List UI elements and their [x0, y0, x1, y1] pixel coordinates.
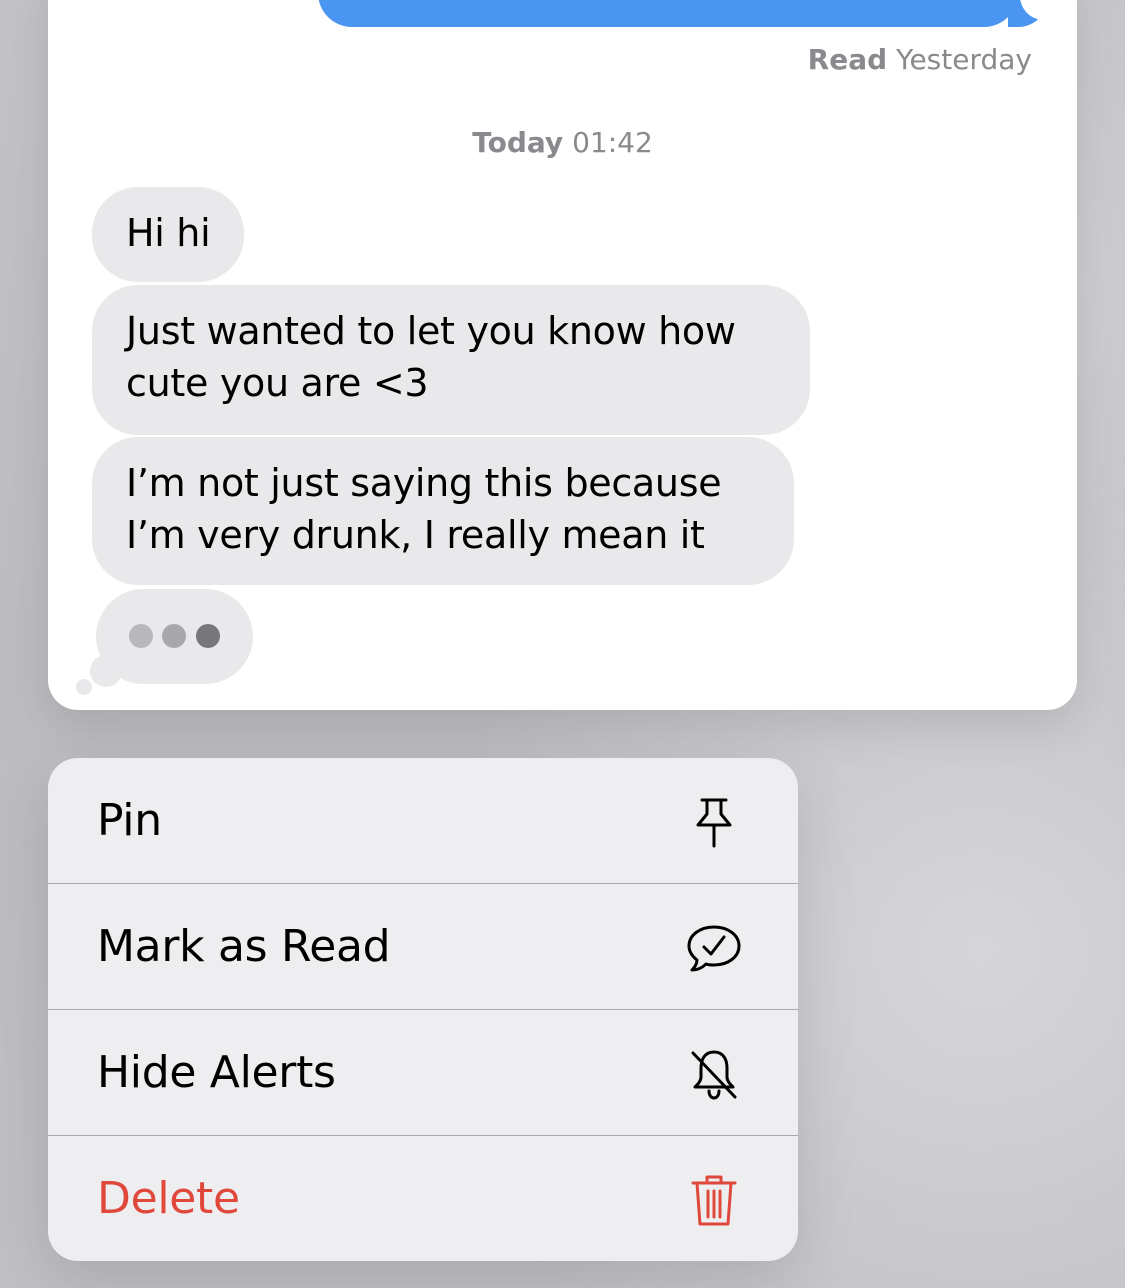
bell-slash-icon: [691, 1050, 737, 1100]
typing-dot: [129, 624, 153, 648]
timestamp-day: Today: [472, 126, 564, 159]
pin-icon: [696, 798, 732, 848]
typing-indicator-tail: [76, 679, 92, 695]
menu-item-label: Delete: [97, 1173, 240, 1224]
menu-item-pin[interactable]: Pin: [48, 758, 798, 883]
trash-icon: [691, 1175, 737, 1226]
typing-dot: [162, 624, 186, 648]
typing-indicator-tail: [90, 655, 122, 687]
received-message-bubble: I’m not just saying this because I’m ver…: [92, 437, 794, 585]
received-message-bubble: Just wanted to let you know how cute you…: [92, 285, 810, 435]
sent-message-bubble: [318, 0, 1018, 27]
read-time: Yesterday: [896, 43, 1032, 76]
read-receipt: Read Yesterday: [808, 43, 1032, 76]
menu-item-mark-as-read[interactable]: Mark as Read: [48, 883, 798, 1009]
menu-item-label: Pin: [97, 795, 162, 846]
menu-item-label: Hide Alerts: [97, 1047, 336, 1098]
context-menu: Pin Mark as Read Hide Alerts Delete: [48, 758, 798, 1261]
typing-dot: [196, 624, 220, 648]
conversation-preview[interactable]: Read Yesterday Today 01:42 Hi hi Just wa…: [48, 0, 1077, 710]
message-check-icon: [687, 925, 741, 972]
read-status: Read: [807, 43, 888, 76]
menu-item-delete[interactable]: Delete: [48, 1135, 798, 1261]
message-timestamp: Today 01:42: [48, 126, 1077, 159]
menu-item-hide-alerts[interactable]: Hide Alerts: [48, 1009, 798, 1135]
timestamp-time: 01:42: [572, 126, 653, 159]
received-message-bubble: Hi hi: [92, 187, 245, 282]
menu-item-label: Mark as Read: [97, 921, 391, 972]
